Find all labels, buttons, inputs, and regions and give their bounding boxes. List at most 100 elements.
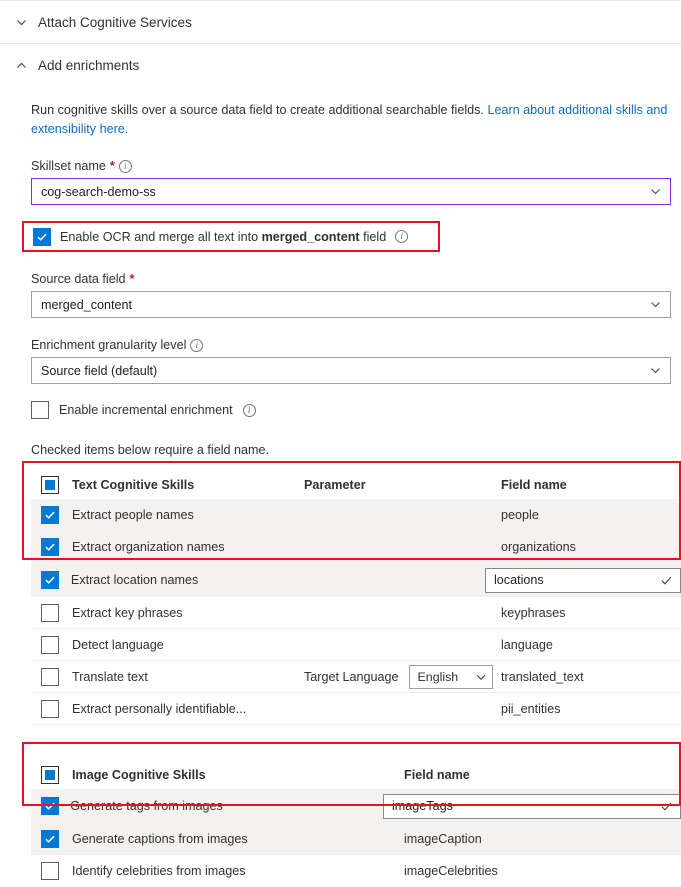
image-cognitive-skills-table: Image Cognitive Skills Field name Genera… bbox=[31, 761, 681, 887]
info-icon[interactable]: i bbox=[395, 230, 409, 243]
row-checkbox-cell[interactable] bbox=[31, 830, 72, 848]
detect-language-checkbox[interactable] bbox=[41, 635, 59, 654]
extract-people-names-checkbox[interactable] bbox=[41, 506, 59, 524]
image-skills-header-name: Image Cognitive Skills bbox=[72, 768, 206, 782]
enable-ocr-suffix: field bbox=[359, 229, 387, 244]
table-row[interactable]: Translate text Target Language English t… bbox=[31, 661, 681, 693]
identify-celebrities-checkbox[interactable] bbox=[41, 862, 59, 880]
source-data-field-required-marker: * bbox=[129, 272, 135, 286]
row-skill-name: Translate text bbox=[72, 669, 148, 684]
incremental-enrichment-label: Enable incremental enrichment bbox=[59, 403, 233, 417]
enrichment-granularity-select[interactable]: Source field (default) bbox=[31, 357, 671, 384]
info-icon[interactable]: i bbox=[118, 159, 132, 173]
table-row[interactable]: Generate captions from images imageCapti… bbox=[31, 823, 681, 855]
info-icon[interactable]: i bbox=[190, 338, 204, 352]
table-row[interactable]: Detect language language bbox=[31, 629, 681, 661]
extract-pii-checkbox[interactable] bbox=[41, 699, 59, 718]
chevron-down-icon bbox=[475, 671, 487, 683]
chevron-down-icon bbox=[10, 16, 32, 29]
chevron-down-icon bbox=[649, 185, 662, 198]
target-language-select[interactable]: English bbox=[408, 664, 493, 689]
extract-organization-names-checkbox[interactable] bbox=[41, 538, 59, 556]
field-name-note: Checked items below require a field name… bbox=[31, 443, 270, 457]
locations-field-input[interactable]: locations bbox=[485, 567, 681, 593]
accordion-enrichments-title: Add enrichments bbox=[38, 57, 140, 73]
image-tags-field-input[interactable]: imageTags bbox=[383, 793, 681, 819]
image-tags-field-value: imageTags bbox=[392, 799, 453, 813]
row-checkbox-cell[interactable] bbox=[31, 699, 72, 718]
table-row[interactable]: Extract location names locations bbox=[31, 563, 681, 597]
skillset-name-label: Skillset name * i bbox=[31, 159, 681, 173]
check-icon bbox=[660, 574, 673, 587]
ocr-annotation-box: Enable OCR and merge all text into merge… bbox=[22, 221, 440, 252]
text-skills-header-row: Text Cognitive Skills Parameter Field na… bbox=[31, 471, 681, 499]
info-icon[interactable]: i bbox=[242, 403, 256, 417]
row-checkbox-cell[interactable] bbox=[31, 571, 71, 589]
skillset-name-required-marker: * bbox=[109, 159, 115, 173]
row-checkbox-cell[interactable] bbox=[31, 603, 72, 622]
table-row[interactable]: Extract people names people bbox=[31, 499, 681, 531]
table-row[interactable]: Generate tags from images imageTags bbox=[31, 789, 681, 823]
accordion-add-enrichments[interactable]: Add enrichments bbox=[0, 44, 681, 86]
enable-ocr-checkbox[interactable] bbox=[33, 227, 51, 246]
text-skills-select-all-checkbox[interactable] bbox=[41, 476, 59, 494]
chevron-down-icon bbox=[649, 298, 662, 311]
chevron-up-icon bbox=[10, 59, 32, 72]
row-checkbox-cell[interactable] bbox=[31, 635, 72, 654]
enrichment-granularity-value: Source field (default) bbox=[41, 363, 158, 378]
source-data-field-value: merged_content bbox=[41, 297, 133, 312]
row-skill-name: Extract organization names bbox=[72, 540, 225, 554]
enrichment-granularity-label: Enrichment granularity level i bbox=[31, 338, 681, 352]
table-gap bbox=[31, 725, 681, 747]
intro-text: Run cognitive skills over a source data … bbox=[31, 103, 488, 117]
row-skill-name: Extract personally identifiable... bbox=[72, 701, 247, 716]
text-skills-select-all-cell[interactable] bbox=[31, 476, 72, 494]
enable-ocr-row[interactable]: Enable OCR and merge all text into merge… bbox=[33, 227, 409, 246]
row-field-name: organizations bbox=[501, 540, 576, 554]
chevron-down-icon bbox=[649, 364, 662, 377]
row-field-name: translated_text bbox=[501, 669, 584, 684]
row-checkbox-cell[interactable] bbox=[31, 506, 72, 524]
table-row[interactable]: Extract key phrases keyphrases bbox=[31, 597, 681, 629]
source-data-field-label: Source data field * bbox=[31, 272, 681, 286]
row-field-name: people bbox=[501, 508, 539, 522]
source-data-field-select[interactable]: merged_content bbox=[31, 291, 671, 318]
text-skills-header-name: Text Cognitive Skills bbox=[72, 478, 195, 492]
row-skill-name: Generate tags from images bbox=[70, 799, 223, 813]
table-row[interactable]: Identify celebrities from images imageCe… bbox=[31, 855, 681, 887]
incremental-enrichment-row[interactable]: Enable incremental enrichment i bbox=[31, 401, 681, 419]
row-checkbox-cell[interactable] bbox=[31, 862, 72, 880]
extract-location-names-checkbox[interactable] bbox=[41, 571, 59, 589]
row-field-name: pii_entities bbox=[501, 701, 561, 716]
row-field-name: language bbox=[501, 637, 553, 652]
generate-captions-checkbox[interactable] bbox=[41, 830, 59, 848]
row-checkbox-cell[interactable] bbox=[31, 538, 72, 556]
target-language-label: Target Language bbox=[304, 669, 399, 684]
row-field-name: imageCaption bbox=[404, 832, 482, 846]
image-skills-select-all-checkbox[interactable] bbox=[41, 766, 59, 784]
row-field-name-cell: imageTags bbox=[383, 793, 681, 819]
target-language-value: English bbox=[417, 669, 459, 684]
row-checkbox-cell[interactable] bbox=[31, 667, 72, 686]
row-skill-name: Identify celebrities from images bbox=[72, 864, 246, 878]
row-skill-name: Extract people names bbox=[72, 508, 194, 522]
extract-key-phrases-checkbox[interactable] bbox=[41, 603, 59, 622]
accordion-attach-cognitive-services[interactable]: Attach Cognitive Services bbox=[0, 1, 681, 43]
row-field-name-cell: locations bbox=[485, 567, 681, 593]
translate-text-checkbox[interactable] bbox=[41, 667, 59, 686]
text-skills-header-parameter: Parameter bbox=[304, 478, 366, 492]
skillset-name-input[interactable]: cog-search-demo-ss bbox=[31, 178, 671, 205]
image-skills-header-row: Image Cognitive Skills Field name bbox=[31, 761, 681, 789]
image-skills-select-all-cell[interactable] bbox=[31, 766, 72, 784]
intro-paragraph: Run cognitive skills over a source data … bbox=[31, 101, 671, 139]
incremental-enrichment-checkbox[interactable] bbox=[31, 401, 49, 419]
row-skill-name: Detect language bbox=[72, 637, 164, 652]
row-checkbox-cell[interactable] bbox=[31, 797, 70, 815]
text-cognitive-skills-table: Text Cognitive Skills Parameter Field na… bbox=[31, 471, 681, 725]
generate-tags-checkbox[interactable] bbox=[41, 797, 59, 815]
row-field-name: keyphrases bbox=[501, 605, 566, 620]
source-data-field-label-text: Source data field bbox=[31, 272, 126, 286]
locations-field-value: locations bbox=[494, 573, 544, 587]
table-row[interactable]: Extract personally identifiable... pii_e… bbox=[31, 693, 681, 725]
table-row[interactable]: Extract organization names organizations bbox=[31, 531, 681, 563]
